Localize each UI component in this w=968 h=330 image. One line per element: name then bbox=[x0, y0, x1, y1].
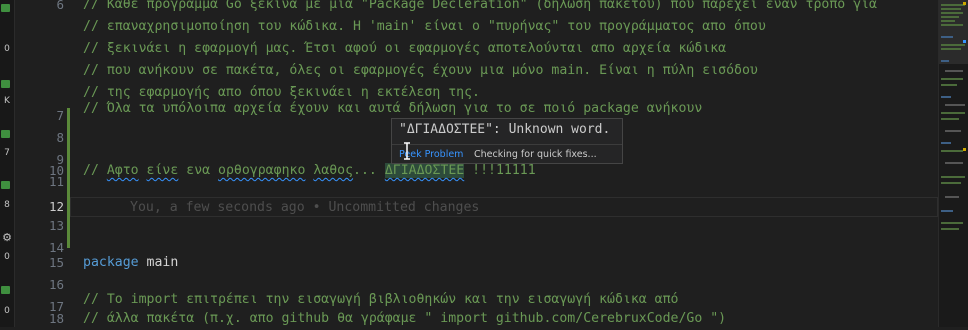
minimap-line bbox=[945, 130, 961, 132]
minimap-line bbox=[941, 78, 963, 80]
line-number: 16 bbox=[48, 277, 64, 292]
gear-icon[interactable]: ⚙ bbox=[0, 232, 14, 243]
activity-count: K bbox=[4, 96, 10, 106]
minimap-line bbox=[941, 112, 965, 114]
hover-divider bbox=[392, 144, 622, 145]
keyword-package: package bbox=[83, 255, 139, 270]
minimap-info-marker bbox=[963, 40, 966, 43]
status-badge bbox=[1, 130, 10, 138]
comment-prefix: // bbox=[83, 163, 107, 178]
minimap-line bbox=[941, 118, 959, 120]
minimap-line bbox=[945, 162, 963, 164]
misspelled-word[interactable]: είνε bbox=[147, 163, 179, 178]
status-badge bbox=[1, 4, 10, 12]
line-number: 8 bbox=[56, 130, 64, 145]
minimap-line bbox=[945, 104, 965, 106]
code-line: // επαναχρησιμοποίηση του κώδικα. Η 'mai… bbox=[83, 19, 766, 34]
minimap[interactable] bbox=[938, 0, 968, 327]
activity-count: 7 bbox=[4, 148, 10, 158]
code-line: // Όλα τα υπόλοιπα αρχεία έχουν και αυτά… bbox=[83, 101, 703, 116]
minimap-line bbox=[941, 228, 959, 230]
status-badge bbox=[1, 80, 10, 88]
minimap-line bbox=[941, 60, 949, 62]
activity-bar: 0 K 7 8 ⚙ 0 0 bbox=[0, 0, 15, 327]
package-name: main bbox=[138, 255, 179, 270]
status-badge bbox=[1, 181, 10, 189]
minimap-line bbox=[941, 24, 963, 26]
line-number: 15 bbox=[48, 255, 64, 270]
minimap-line bbox=[945, 196, 959, 198]
comment-dots: ... bbox=[353, 163, 385, 178]
minimap-line bbox=[941, 8, 961, 10]
activity-count: 0 bbox=[4, 252, 10, 262]
activity-count: 0 bbox=[4, 44, 10, 54]
code-line: // ξεκινάει η εφαρμογή μας. Έτσι αφού οι… bbox=[83, 41, 727, 56]
minimap-warning-marker bbox=[963, 148, 966, 151]
minimap-line bbox=[941, 12, 963, 14]
text-cursor-icon bbox=[404, 142, 410, 160]
minimap-line bbox=[941, 150, 963, 152]
minimap-line bbox=[941, 36, 953, 38]
minimap-line bbox=[941, 16, 959, 18]
line-number: 6 bbox=[56, 0, 64, 12]
minimap-line bbox=[941, 48, 961, 50]
status-badge bbox=[1, 286, 10, 294]
activity-count: 8 bbox=[4, 200, 10, 210]
git-blame-annotation: You, a few seconds ago • Uncommitted cha… bbox=[130, 200, 480, 215]
minimap-line bbox=[941, 20, 955, 22]
line-number: 13 bbox=[48, 218, 64, 233]
minimap-line bbox=[945, 70, 963, 72]
minimap-line bbox=[941, 44, 965, 46]
minimap-line bbox=[941, 142, 951, 144]
code-line: // Κάθε πρόγραμμα Go ξεκινά με μια "Pack… bbox=[83, 0, 877, 12]
minimap-line bbox=[941, 4, 965, 6]
code-line-package: package main bbox=[83, 252, 178, 274]
activity-count: 0 bbox=[4, 306, 10, 316]
misspelled-word[interactable]: ορθογραφηκο bbox=[218, 163, 305, 178]
code-line: // που ανήκουν σε πακέτα, όλες οι εφαρμο… bbox=[83, 63, 758, 78]
misspelled-word-hovered[interactable]: ΔΓΙΑΔΟΣΤΕΕ bbox=[384, 163, 465, 178]
minimap-line bbox=[941, 182, 961, 184]
quick-fix-status: Checking for quick fixes... bbox=[474, 149, 597, 160]
spell-check-hover: "ΔΓΙΑΔΟΣΤΕΕ": Unknown word. Peek Problem… bbox=[391, 118, 623, 164]
minimap-line bbox=[941, 96, 951, 98]
minimap-line bbox=[941, 176, 965, 178]
comment-word: ενα bbox=[186, 163, 211, 178]
misspelled-word[interactable]: Αφτο bbox=[107, 163, 139, 178]
minimap-warning-marker bbox=[963, 2, 966, 5]
hover-message: "ΔΓΙΑΔΟΣΤΕΕ": Unknown word. bbox=[399, 122, 611, 137]
minimap-line bbox=[941, 84, 957, 86]
git-added-marker[interactable] bbox=[67, 108, 70, 248]
minimap-line bbox=[941, 222, 963, 224]
line-number: 7 bbox=[56, 108, 64, 123]
misspelled-word[interactable]: λαθος bbox=[313, 163, 353, 178]
line-number: 11 bbox=[48, 174, 64, 189]
minimap-line bbox=[941, 210, 953, 212]
comment-suffix: !!!11111 bbox=[464, 163, 536, 178]
